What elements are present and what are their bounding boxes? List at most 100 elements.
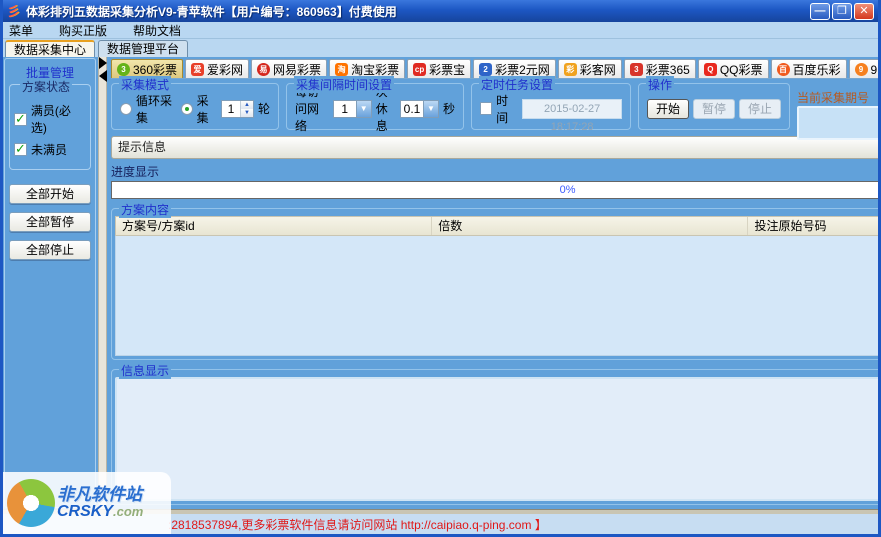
site-tab-label: 百度乐彩	[793, 61, 841, 78]
start-button[interactable]: 开始	[647, 99, 689, 119]
tab-data-manage-platform[interactable]: 数据管理平台	[98, 40, 188, 57]
site-tab-baidu[interactable]: 百 百度乐彩	[771, 59, 847, 78]
rounds-stepper[interactable]: 1 ▲▼	[221, 100, 254, 118]
progress-label: 进度显示	[111, 163, 878, 180]
visits-select[interactable]: 1 ▼	[333, 100, 372, 118]
site-tab-label: 爱彩网	[207, 61, 243, 78]
count-collect-label: 采集	[197, 92, 217, 126]
sidebar-splitter[interactable]	[98, 57, 107, 509]
collect-mode-title: 采集模式	[119, 76, 171, 93]
site-caike-icon: 彩	[564, 63, 577, 76]
progress-percent: 0%	[112, 182, 878, 198]
site-tab-label: 网易彩票	[273, 61, 321, 78]
site-tab-label: 彩客网	[580, 61, 616, 78]
actions-group: 操作 开始 暂停 停止	[638, 83, 790, 130]
pause-button[interactable]: 暂停	[693, 99, 735, 119]
timer-datetime-field[interactable]: 2015-02-27 18:17:28	[522, 99, 622, 119]
info-display-title: 信息显示	[119, 362, 171, 379]
site-tab-label: 彩票宝	[429, 61, 465, 78]
notfull-checkbox-label: 未满员	[31, 141, 67, 158]
app-icon: 彡	[7, 4, 22, 19]
collect-mode-group: 采集模式 循环采集 采集 1 ▲▼ 轮	[111, 83, 279, 130]
menu-bar: 菜单 购买正版 帮助文档	[3, 22, 878, 39]
stop-button[interactable]: 停止	[739, 99, 781, 119]
interval-title: 采集间隔时间设置	[294, 76, 394, 93]
timer-title: 定时任务设置	[479, 76, 555, 93]
site-netease-icon: 易	[257, 63, 270, 76]
start-all-button[interactable]: 全部开始	[9, 184, 91, 204]
stepper-arrows-icon[interactable]: ▲▼	[240, 101, 253, 117]
plan-status-group: 方案状态 满员(必选) 未满员	[9, 84, 91, 170]
plan-table-body[interactable]	[115, 236, 878, 356]
rounds-value[interactable]: 1	[222, 101, 240, 117]
watermark-domain: CRSKY.com	[57, 504, 143, 521]
site-tab-label: 360彩票	[133, 61, 177, 78]
tab-data-collect-center[interactable]: 数据采集中心	[5, 40, 95, 57]
rounds-unit-label: 轮	[258, 100, 270, 117]
splitter-collapse-icon[interactable]	[96, 57, 110, 83]
menu-item-buy[interactable]: 购买正版	[59, 22, 107, 39]
close-button-icon[interactable]: ✕	[854, 3, 874, 20]
site-tab-qq[interactable]: Q QQ彩票	[698, 59, 769, 78]
col-plan-id[interactable]: 方案号/方案id	[116, 217, 432, 235]
site-taobao-icon: 淘	[335, 63, 348, 76]
site-tab-label: 彩票2元网	[495, 61, 550, 78]
current-issue-group: 当前采集期号	[797, 83, 878, 130]
col-original-numbers[interactable]: 投注原始号码	[748, 217, 878, 235]
full-checkbox-label: 满员(必选)	[31, 102, 86, 136]
interval-group: 采集间隔时间设置 每访问网络 1 ▼ 次休息 0.1 ▼ 秒	[286, 83, 464, 130]
timer-checkbox[interactable]	[480, 102, 492, 115]
site-caipiaobao-icon: cp	[413, 63, 426, 76]
plan-content-title: 方案内容	[119, 201, 171, 218]
full-checkbox[interactable]	[14, 113, 27, 126]
pause-all-button[interactable]: 全部暂停	[9, 212, 91, 232]
site-qq-icon: Q	[704, 63, 717, 76]
plan-content-group: 方案内容 方案号/方案id 倍数 投注原始号码	[111, 208, 878, 360]
watermark-site-name: 非凡软件站	[57, 486, 143, 504]
timer-checkbox-label: 时间	[496, 92, 518, 126]
notfull-checkbox[interactable]	[14, 143, 27, 156]
visits-value: 1	[334, 101, 356, 117]
maximize-button-icon[interactable]: ❐	[832, 3, 852, 20]
site-9188-icon: 9	[855, 63, 868, 76]
checkbox-row-notfull[interactable]: 未满员	[14, 141, 86, 158]
info-display-area[interactable]	[115, 377, 878, 501]
progress-bar: 0%	[111, 181, 878, 199]
plan-status-group-title: 方案状态	[20, 78, 72, 95]
stop-all-button[interactable]: 全部停止	[9, 240, 91, 260]
loop-collect-label: 循环采集	[136, 92, 177, 126]
site-tab-label: 9188彩票	[871, 61, 878, 78]
interval-unit-label: 秒	[443, 100, 455, 117]
site-tab-label: QQ彩票	[720, 61, 763, 78]
title-bar[interactable]: 彡 体彩排列五数据采集分析V9-青苹软件【用户编号：860963】付费使用 — …	[3, 0, 878, 22]
site-baidu-icon: 百	[777, 63, 790, 76]
chevron-down-icon[interactable]: ▼	[423, 101, 438, 117]
minimize-button-icon[interactable]: —	[810, 3, 830, 20]
site-2yuan-icon: 2	[479, 63, 492, 76]
progress-row: 0% 0/0	[111, 181, 878, 199]
main-panel: 3 360彩票 爱 爱彩网 易 网易彩票 淘 淘宝彩票 cp 彩票宝	[107, 57, 878, 509]
col-multiple[interactable]: 倍数	[432, 217, 748, 235]
menu-item-main[interactable]: 菜单	[9, 22, 33, 39]
count-collect-radio[interactable]	[181, 103, 193, 115]
client-area: 批量管理 方案状态 满员(必选) 未满员 全部开始 全部暂停 全部停止	[3, 57, 878, 509]
current-issue-field	[797, 106, 878, 140]
chevron-down-icon[interactable]: ▼	[356, 101, 371, 117]
window-title: 体彩排列五数据采集分析V9-青苹软件【用户编号：860963】付费使用	[26, 3, 810, 20]
plan-table-header: 方案号/方案id 倍数 投注原始号码	[115, 216, 878, 236]
current-issue-title: 当前采集期号	[797, 91, 869, 105]
rest-value: 0.1	[401, 101, 423, 117]
site-tab-aicai[interactable]: 爱 爱彩网	[185, 59, 249, 78]
site-tab-9188[interactable]: 9 9188彩票	[849, 59, 878, 78]
checkbox-row-full[interactable]: 满员(必选)	[14, 102, 86, 136]
menu-item-help[interactable]: 帮助文档	[133, 22, 181, 39]
loop-collect-radio[interactable]	[120, 103, 132, 115]
site-tab-label: 淘宝彩票	[351, 61, 399, 78]
site-tab-caipiaobao[interactable]: cp 彩票宝	[407, 59, 471, 78]
site-365-icon: 3	[630, 63, 643, 76]
rest-select[interactable]: 0.1 ▼	[400, 100, 439, 118]
crsky-watermark: 非凡软件站 CRSKY.com	[3, 472, 171, 534]
crsky-logo-icon	[7, 479, 55, 527]
hint-strip: 提示信息	[111, 136, 878, 159]
site-tab-caike[interactable]: 彩 彩客网	[558, 59, 622, 78]
